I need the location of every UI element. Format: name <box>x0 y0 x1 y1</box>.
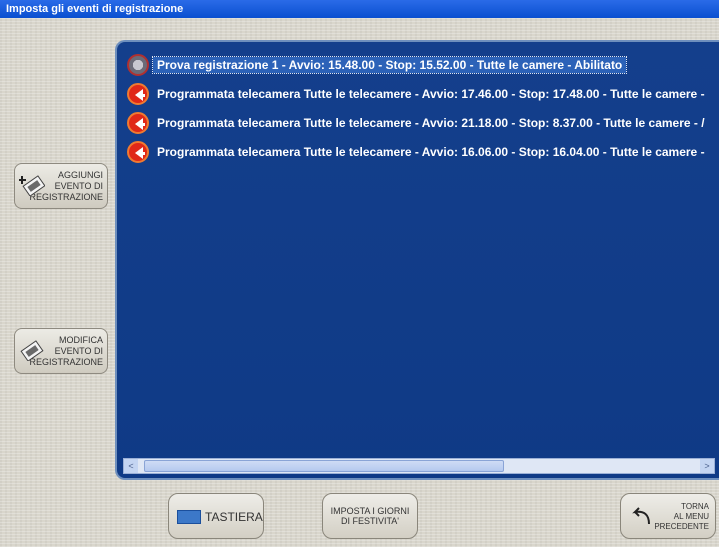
scheduled-event-icon <box>127 82 149 105</box>
event-text: Prova registrazione 1 - Avvio: 15.48.00 … <box>151 55 628 74</box>
event-list-panel[interactable]: Prova registrazione 1 - Avvio: 15.48.00 … <box>115 40 719 480</box>
event-text: Programmata telecamera Tutte le telecame… <box>157 115 705 130</box>
horizontal-scrollbar[interactable]: < > <box>123 458 715 474</box>
keyboard-button[interactable]: TASTIERA <box>168 493 264 539</box>
event-text: Programmata telecamera Tutte le telecame… <box>157 86 705 101</box>
holidays-button[interactable]: IMPOSTA I GIORNI DI FESTIVITA' <box>322 493 418 539</box>
window-title: Imposta gli eventi di registrazione <box>6 3 184 15</box>
list-item[interactable]: Programmata telecamera Tutte le telecame… <box>127 137 719 166</box>
film-edit-icon <box>20 340 44 361</box>
add-event-button[interactable]: AGGIUNGI EVENTO DI REGISTRAZIONE <box>14 163 108 209</box>
scroll-thumb[interactable] <box>144 460 504 472</box>
holidays-label-2: DI FESTIVITA' <box>340 516 400 526</box>
film-add-icon <box>19 175 45 196</box>
return-arrow-icon <box>632 507 650 525</box>
event-list[interactable]: Prova registrazione 1 - Avvio: 15.48.00 … <box>127 50 719 166</box>
disabled-event-icon <box>127 53 149 76</box>
list-item[interactable]: Programmata telecamera Tutte le telecame… <box>127 79 719 108</box>
scroll-right-arrow[interactable]: > <box>700 459 714 473</box>
list-item[interactable]: Programmata telecamera Tutte le telecame… <box>127 108 719 137</box>
scheduled-event-icon <box>127 111 149 134</box>
scheduled-event-icon <box>127 140 149 163</box>
keyboard-icon <box>177 510 201 524</box>
holidays-label-1: IMPOSTA I GIORNI <box>330 506 410 516</box>
back-button[interactable]: TORNA AL MENU PRECEDENTE <box>620 493 716 539</box>
keyboard-label: TASTIERA <box>205 510 263 524</box>
scroll-left-arrow[interactable]: < <box>124 459 138 473</box>
edit-event-button[interactable]: MODIFICA EVENTO DI REGISTRAZIONE <box>14 328 108 374</box>
list-item[interactable]: Prova registrazione 1 - Avvio: 15.48.00 … <box>127 50 719 79</box>
event-text: Programmata telecamera Tutte le telecame… <box>157 144 705 159</box>
window-title-bar: Imposta gli eventi di registrazione <box>0 0 719 18</box>
